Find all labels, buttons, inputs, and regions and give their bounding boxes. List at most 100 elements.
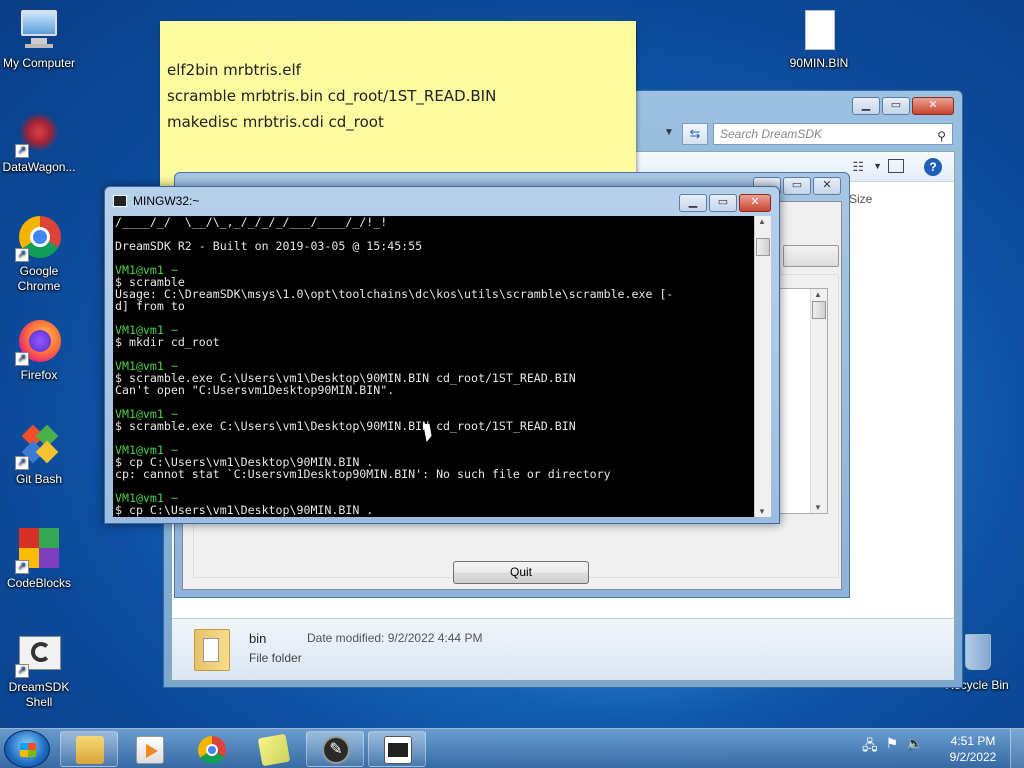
clock-date: 9/2/2022 (949, 750, 997, 764)
search-input[interactable]: Search DreamSDK ⚲ (713, 123, 953, 145)
desktop-icon-datawagon[interactable]: ↗ DataWagon... (0, 112, 78, 175)
start-button[interactable] (4, 730, 50, 768)
scrollbar-thumb[interactable] (812, 301, 826, 319)
terminal-line: $ cp C:\Users\vm1\Desktop\90MIN.BIN . (115, 503, 374, 517)
action-center-icon[interactable]: ⚑ (886, 735, 899, 759)
git-bash-icon: ↗ (15, 424, 61, 470)
maximize-button[interactable]: ▭ (882, 97, 910, 115)
terminal-icon (113, 195, 127, 207)
terminal-icon (384, 736, 412, 764)
shortcut-arrow-icon: ↗ (15, 664, 29, 678)
terminal-line: Can't open "C:Usersvm1Desktop90MIN.BIN". (115, 383, 395, 397)
shortcut-arrow-icon: ↗ (15, 248, 29, 262)
taskbar-terminal-button[interactable] (368, 731, 426, 767)
sticky-note-line: elf2bin mrbtris.elf (167, 61, 301, 79)
clock-time: 4:51 PM (950, 734, 996, 748)
scrollbar[interactable]: ▲ ▼ (754, 216, 771, 517)
scrollbar-thumb[interactable] (756, 238, 770, 256)
codeblocks-icon: ↗ (15, 528, 61, 574)
explorer-window-controls: ▁ ▭ ✕ (852, 97, 954, 115)
media-player-icon (136, 736, 164, 764)
details-pane: bin Date modified: 9/2/2022 4:44 PM File… (172, 618, 954, 680)
shortcut-arrow-icon: ↗ (15, 560, 29, 574)
shortcut-arrow-icon: ↗ (15, 456, 29, 470)
preview-pane-icon[interactable] (888, 159, 904, 173)
wrench-icon: ✎ (322, 736, 350, 764)
scrollbar[interactable]: ▲ ▼ (810, 289, 827, 513)
folder-icon (76, 736, 104, 764)
desktop-icon-label: Google Chrome (17, 264, 61, 293)
terminal-line: VM1@vm1 ~ (115, 263, 178, 277)
terminal-line: d] from to (115, 299, 185, 313)
desktop-icon-codeblocks[interactable]: ↗ CodeBlocks (0, 528, 78, 591)
chevron-down-icon[interactable]: ▼ (664, 127, 674, 138)
network-icon[interactable]: 🖧 (862, 735, 878, 759)
desktop-icon-label: 90MIN.BIN (789, 56, 849, 70)
sticky-note-line: makedisc mrbtris.cdi cd_root (167, 113, 384, 131)
desktop-icon-my-computer[interactable]: My Computer (0, 8, 78, 71)
search-icon: ⚲ (937, 129, 946, 143)
terminal-line: $ scramble.exe C:\Users\vm1\Desktop\90MI… (115, 419, 576, 433)
folder-icon (194, 629, 230, 671)
system-tray: 🖧 ⚑ 🔈 (862, 735, 924, 759)
close-button[interactable]: ✕ (739, 194, 771, 212)
terminal-window-controls: ▁ ▭ ✕ (679, 194, 771, 212)
minimize-button[interactable]: ▁ (679, 194, 707, 212)
volume-icon[interactable]: 🔈 (906, 735, 923, 759)
dreamsdk-shell-icon: ↗ (15, 632, 61, 678)
chrome-icon (198, 736, 226, 764)
terminal-title: MINGW32:~ (133, 194, 200, 208)
quit-button[interactable]: Quit (453, 561, 589, 584)
scroll-down-icon[interactable]: ▼ (758, 507, 766, 516)
sticky-notes-icon (257, 733, 291, 767)
column-header-size[interactable]: Size (849, 192, 872, 206)
search-placeholder: Search DreamSDK (720, 127, 823, 141)
close-button[interactable]: ✕ (912, 97, 954, 115)
maximize-button[interactable]: ▭ (709, 194, 737, 212)
help-icon[interactable]: ? (924, 158, 942, 176)
taskbar-clock[interactable]: 4:51 PM 9/2/2022 (940, 733, 1006, 765)
terminal-line: cp: cannot stat `C:Usersvm1Desktop90MIN.… (115, 467, 611, 481)
shortcut-arrow-icon: ↗ (15, 144, 29, 158)
taskbar-chrome-button[interactable] (182, 731, 240, 767)
taskbar-dreamsdk-button[interactable]: ✎ (306, 731, 364, 767)
datawagon-icon: ↗ (15, 112, 61, 158)
view-options-icon[interactable]: ☷ (852, 159, 864, 175)
desktop-icon-dreamsdk-shell[interactable]: ↗ DreamSDK Shell (0, 632, 78, 710)
shortcut-arrow-icon: ↗ (15, 352, 29, 366)
show-desktop-button[interactable] (1010, 729, 1024, 768)
desktop-icon-label: My Computer (2, 56, 76, 70)
minimize-button[interactable]: ▁ (852, 97, 880, 115)
terminal-output[interactable]: /____/_/ \__/\_,_/_/_/_/___/____/_/!_! D… (113, 216, 754, 517)
terminal-line: DreamSDK R2 - Built on 2019-03-05 @ 15:4… (115, 239, 423, 253)
scroll-down-icon[interactable]: ▼ (814, 503, 822, 512)
dialog-button[interactable] (783, 245, 839, 267)
taskbar-media-player-button[interactable] (120, 731, 178, 767)
close-button[interactable]: ✕ (813, 177, 841, 195)
scroll-up-icon[interactable]: ▲ (814, 290, 822, 299)
terminal-window[interactable]: MINGW32:~ ▁ ▭ ✕ /____/_/ \__/\_,_/_/_/_/… (104, 186, 780, 524)
scroll-up-icon[interactable]: ▲ (758, 217, 766, 226)
desktop-icon-google-chrome[interactable]: ↗ Google Chrome (0, 216, 78, 294)
details-item-type: File folder (249, 651, 302, 665)
desktop-icon-90min-bin[interactable]: 90MIN.BIN (780, 8, 858, 71)
maximize-button[interactable]: ▭ (783, 177, 811, 195)
terminal-line: Usage: C:\DreamSDK\msys\1.0\opt\toolchai… (115, 287, 674, 301)
chevron-down-icon[interactable]: ▼ (873, 161, 882, 171)
details-item-name: bin (249, 631, 267, 646)
desktop-icon-firefox[interactable]: ↗ Firefox (0, 320, 78, 383)
taskbar-explorer-button[interactable] (60, 731, 118, 767)
refresh-button[interactable]: ⇆ (682, 123, 708, 145)
firefox-icon: ↗ (15, 320, 61, 366)
terminal-line: /____/_/ \__/\_,_/_/_/_/___/____/_/!_! (115, 216, 388, 229)
taskbar: ✎ 🖧 ⚑ 🔈 4:51 PM 9/2/2022 (0, 728, 1024, 768)
chrome-icon: ↗ (15, 216, 61, 262)
taskbar-sticky-notes-button[interactable] (244, 731, 302, 767)
desktop-icon-git-bash[interactable]: ↗ Git Bash (0, 424, 78, 487)
desktop-icon-label: CodeBlocks (6, 576, 72, 590)
